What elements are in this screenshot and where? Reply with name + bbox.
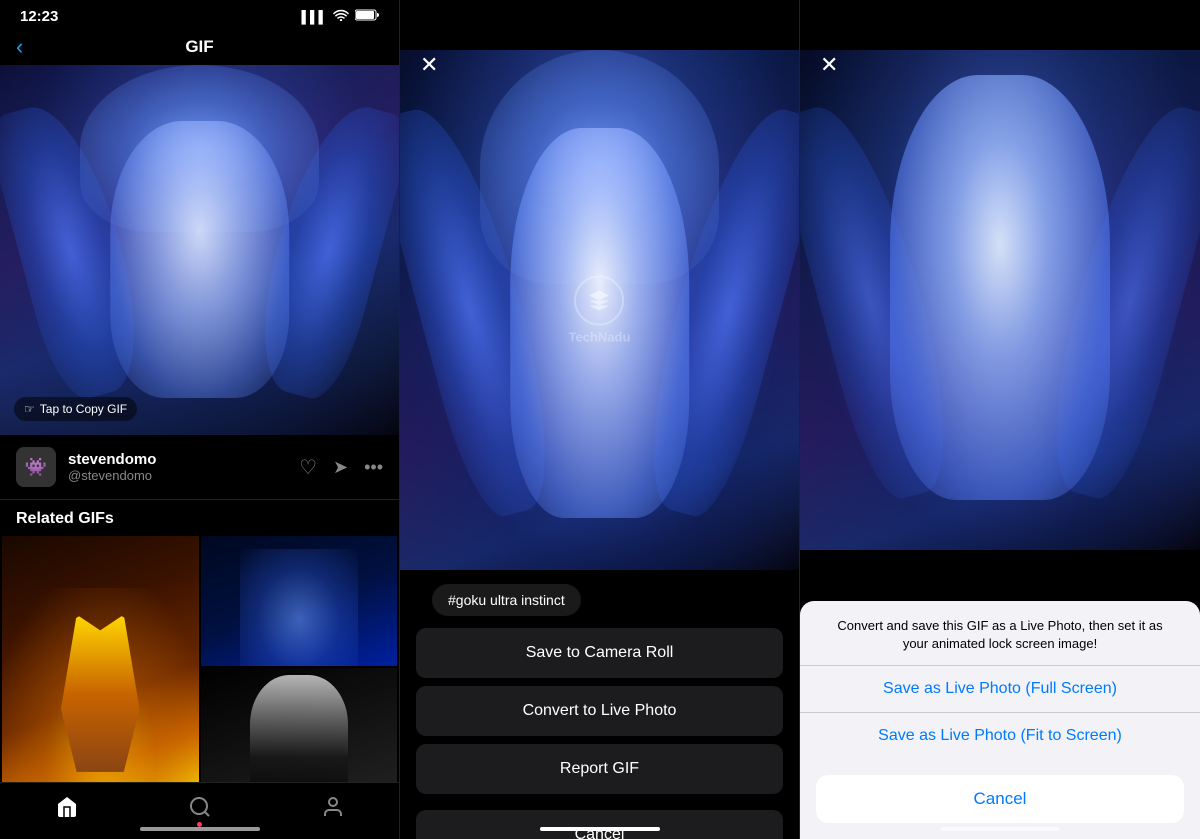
more-button[interactable]: ••• bbox=[364, 457, 383, 478]
report-gif-button[interactable]: Report GIF bbox=[416, 744, 783, 794]
home-indicator-2 bbox=[540, 827, 660, 831]
hand-icon: ☞ bbox=[24, 402, 35, 416]
convert-live-photo-button[interactable]: Convert to Live Photo bbox=[416, 686, 783, 736]
gif-detail-image[interactable]: TechNadu bbox=[400, 50, 799, 570]
user-avatar[interactable]: 👾 bbox=[16, 447, 56, 487]
related-gif-ui[interactable] bbox=[201, 668, 398, 798]
live-photo-sheet: Convert and save this GIF as a Live Phot… bbox=[800, 601, 1200, 839]
tab-search[interactable] bbox=[188, 795, 212, 819]
signal-icon: ▌▌▌ bbox=[301, 10, 327, 24]
tap-copy-label[interactable]: ☞ Tap to Copy GIF bbox=[14, 397, 137, 421]
avatar-icon: 👾 bbox=[25, 457, 47, 478]
tab-home[interactable] bbox=[55, 795, 79, 819]
status-bar: 12:23 ▌▌▌ bbox=[0, 0, 399, 29]
goku-body-3 bbox=[890, 75, 1110, 500]
panel-1-gif-viewer: 12:23 ▌▌▌ ‹ GIF bbox=[0, 0, 400, 839]
home-indicator-3 bbox=[940, 827, 1060, 831]
status-icons: ▌▌▌ bbox=[301, 9, 379, 24]
related-gif-ssj[interactable] bbox=[2, 536, 199, 798]
gif-main-image[interactable]: ☞ Tap to Copy GIF bbox=[0, 65, 399, 435]
back-button[interactable]: ‹ bbox=[16, 34, 23, 60]
close-button[interactable]: ✕ bbox=[420, 52, 438, 78]
watermark-circle bbox=[574, 276, 624, 326]
cancel-live-button[interactable]: Cancel bbox=[816, 775, 1184, 823]
like-button[interactable]: ♡ bbox=[299, 455, 317, 480]
watermark-text: TechNadu bbox=[569, 330, 631, 345]
nav-bar: ‹ GIF bbox=[0, 29, 399, 65]
user-row: 👾 stevendomo @stevendomo ♡ ➤ ••• bbox=[0, 435, 399, 500]
share-button[interactable]: ➤ bbox=[333, 457, 348, 478]
panel-3-live-photo: ✕ Convert and save this GIF as a Live Ph… bbox=[800, 0, 1200, 839]
related-gifs-grid bbox=[0, 536, 399, 798]
save-full-screen-button[interactable]: Save as Live Photo (Full Screen) bbox=[800, 665, 1200, 712]
wifi-icon bbox=[333, 9, 349, 24]
page-title: GIF bbox=[185, 37, 213, 57]
save-fit-screen-button[interactable]: Save as Live Photo (Fit to Screen) bbox=[800, 712, 1200, 759]
action-sheet: Save to Camera Roll Convert to Live Phot… bbox=[400, 628, 799, 839]
related-gifs-title: Related GIFs bbox=[0, 500, 399, 536]
watermark: TechNadu bbox=[569, 276, 631, 345]
close-button-3[interactable]: ✕ bbox=[820, 52, 838, 78]
battery-icon bbox=[355, 9, 379, 24]
user-handle[interactable]: @stevendomo bbox=[68, 468, 299, 483]
status-time: 12:23 bbox=[20, 8, 58, 25]
username[interactable]: stevendomo bbox=[68, 451, 299, 468]
goku-body bbox=[110, 121, 290, 399]
hashtag-tag[interactable]: #goku ultra instinct bbox=[432, 584, 581, 616]
related-gif-ssb[interactable] bbox=[201, 536, 398, 666]
home-indicator bbox=[140, 827, 260, 831]
save-camera-roll-button[interactable]: Save to Camera Roll bbox=[416, 628, 783, 678]
gif-live-image[interactable] bbox=[800, 50, 1200, 550]
user-actions: ♡ ➤ ••• bbox=[299, 455, 383, 480]
cancel-button[interactable]: Cancel bbox=[416, 810, 783, 839]
user-info: stevendomo @stevendomo bbox=[68, 451, 299, 483]
live-photo-description: Convert and save this GIF as a Live Phot… bbox=[800, 601, 1200, 665]
panel-2-gif-detail: ✕ TechNadu #goku ultra instinct Save to … bbox=[400, 0, 800, 839]
tab-profile[interactable] bbox=[321, 795, 345, 819]
